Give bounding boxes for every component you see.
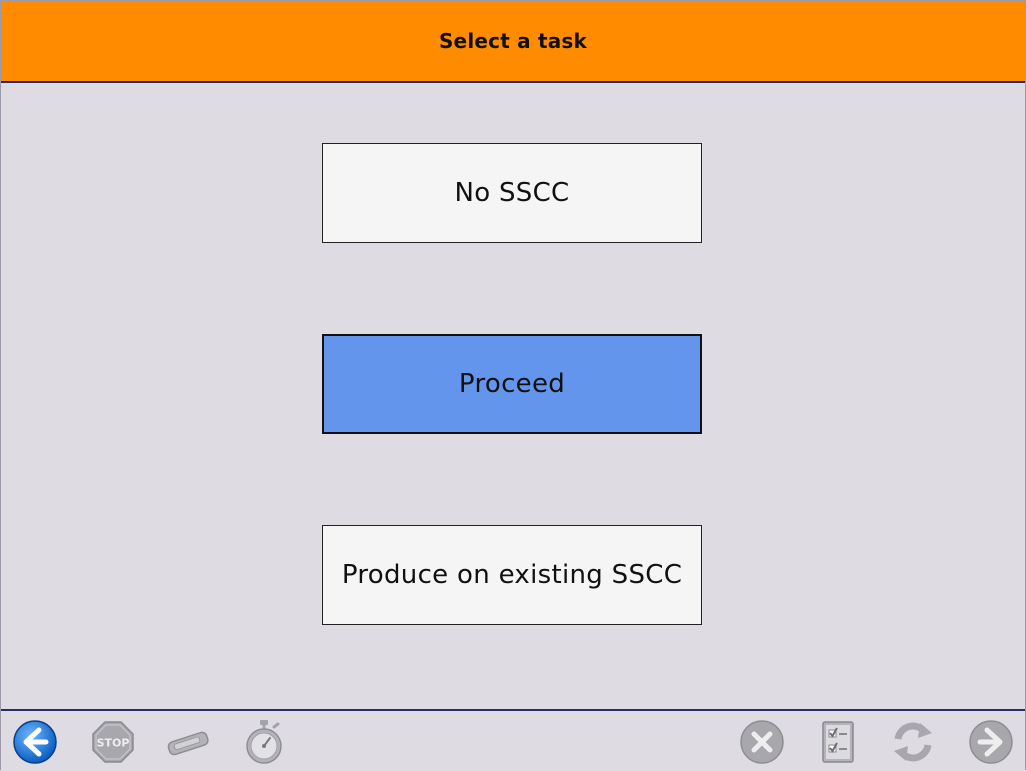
- forward-button[interactable]: [968, 719, 1014, 765]
- forward-arrow-icon: [969, 720, 1013, 764]
- checklist-button[interactable]: [815, 719, 861, 765]
- bottom-toolbar: STOP: [1, 709, 1025, 771]
- cancel-x-icon: [740, 720, 784, 764]
- cancel-button[interactable]: [739, 719, 785, 765]
- page-title: Select a task: [438, 29, 588, 53]
- app-window: Select a task No SSCC Proceed Produce on…: [0, 0, 1026, 771]
- refresh-button[interactable]: [890, 719, 936, 765]
- task-button-label: Produce on existing SSCC: [341, 560, 683, 590]
- stopwatch-button[interactable]: [241, 719, 287, 765]
- stop-sign-text: STOP: [97, 737, 130, 750]
- stop-button[interactable]: STOP: [90, 719, 136, 765]
- header-bar: Select a task: [1, 1, 1025, 83]
- back-arrow-icon: [13, 720, 57, 764]
- scanner-button[interactable]: [165, 719, 211, 765]
- task-button-proceed[interactable]: Proceed: [322, 334, 702, 434]
- task-button-label: Proceed: [458, 369, 566, 399]
- task-button-no-sscc[interactable]: No SSCC: [322, 143, 702, 243]
- back-button[interactable]: [12, 719, 58, 765]
- task-button-label: No SSCC: [454, 178, 570, 208]
- refresh-icon: [894, 722, 932, 762]
- checklist-icon: [822, 721, 854, 763]
- stopwatch-icon: [246, 720, 282, 764]
- scanner-icon: [167, 731, 209, 756]
- task-button-produce-on-existing-sscc[interactable]: Produce on existing SSCC: [322, 525, 702, 625]
- stop-sign-icon: STOP: [92, 721, 134, 763]
